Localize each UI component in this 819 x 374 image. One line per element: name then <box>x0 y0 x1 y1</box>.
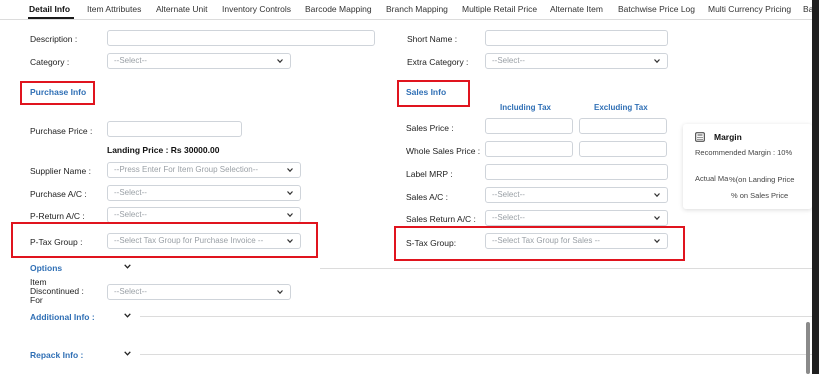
whole-sales-excluding-input[interactable] <box>579 141 667 157</box>
sales-price-label: Sales Price : <box>406 123 454 133</box>
tab-alternate-item[interactable]: Alternate Item <box>550 4 603 14</box>
repack-info-divider <box>140 354 812 355</box>
description-label: Description : <box>30 34 78 44</box>
chevron-down-icon[interactable] <box>124 313 131 318</box>
chevron-down-icon <box>287 239 293 244</box>
whole-sales-price-label: Whole Sales Price : <box>406 146 481 156</box>
tab-overflow[interactable]: Ba <box>803 4 812 14</box>
tab-batchwise-price-log[interactable]: Batchwise Price Log <box>618 4 695 14</box>
sales-return-select[interactable]: --Select-- <box>485 210 668 226</box>
whole-sales-including-input[interactable] <box>485 141 573 157</box>
chevron-down-icon <box>654 216 660 221</box>
category-label: Category : <box>30 57 70 67</box>
additional-info-title[interactable]: Additional Info : <box>30 312 95 322</box>
short-name-label: Short Name : <box>407 34 458 44</box>
tab-multiple-retail-price[interactable]: Multiple Retail Price <box>462 4 537 14</box>
tab-inventory-controls[interactable]: Inventory Controls <box>222 4 291 14</box>
s-tax-group-label: S-Tax Group: <box>406 238 457 248</box>
additional-info-divider <box>140 316 812 317</box>
chevron-down-icon <box>277 59 283 64</box>
extra-category-select[interactable]: --Select-- <box>485 53 668 69</box>
sales-account-select[interactable]: --Select-- <box>485 187 668 203</box>
item-detail-page: Detail Info Item Attributes Alternate Un… <box>0 0 812 374</box>
sales-return-label: Sales Return A/C : <box>406 214 476 224</box>
excluding-tax-header: Excluding Tax <box>594 103 648 112</box>
margin-card: Margin Recommended Margin : 10% Actual M… <box>683 124 812 209</box>
tab-item-attributes[interactable]: Item Attributes <box>87 4 141 14</box>
window-edge <box>812 0 819 374</box>
chevron-down-icon <box>287 213 293 218</box>
repack-info-title[interactable]: Repack Info : <box>30 350 83 360</box>
category-select[interactable]: --Select-- <box>107 53 291 69</box>
purchase-info-title: Purchase Info <box>30 87 87 97</box>
description-input[interactable] <box>107 30 375 46</box>
p-tax-group-label: P-Tax Group : <box>30 237 83 247</box>
margin-on-landing-price: %(on Landing Price <box>729 175 795 184</box>
sales-account-value: --Select-- <box>492 190 525 199</box>
purchase-price-input[interactable] <box>107 121 242 137</box>
extra-category-label: Extra Category : <box>407 57 469 67</box>
chevron-down-icon[interactable] <box>124 351 131 356</box>
sales-price-excluding-input[interactable] <box>579 118 667 134</box>
extra-category-value: --Select-- <box>492 56 525 65</box>
category-value: --Select-- <box>114 56 147 65</box>
sales-account-label: Sales A/C : <box>406 192 449 202</box>
chevron-down-icon <box>654 193 660 198</box>
s-tax-group-value: --Select Tax Group for Sales -- <box>492 236 600 245</box>
purchase-return-label: P-Return A/C : <box>30 211 85 221</box>
chevron-down-icon[interactable] <box>124 264 131 269</box>
p-tax-group-value: --Select Tax Group for Purchase Invoice … <box>114 236 264 245</box>
tab-alternate-unit[interactable]: Alternate Unit <box>156 4 208 14</box>
sales-info-title: Sales Info <box>406 87 447 97</box>
vertical-scrollbar[interactable] <box>806 322 810 374</box>
including-tax-header: Including Tax <box>500 103 551 112</box>
label-mrp-input[interactable] <box>485 164 668 180</box>
item-discontinued-select[interactable]: --Select-- <box>107 284 291 300</box>
options-divider <box>320 268 812 269</box>
supplier-placeholder: --Press Enter For Item Group Selection-- <box>114 165 259 174</box>
sales-return-value: --Select-- <box>492 213 525 222</box>
chevron-down-icon <box>654 239 660 244</box>
label-mrp-label: Label MRP : <box>406 169 453 179</box>
supplier-name-label: Supplier Name : <box>30 166 91 176</box>
tab-multi-currency-pricing[interactable]: Multi Currency Pricing <box>708 4 791 14</box>
chevron-down-icon <box>287 191 293 196</box>
chevron-down-icon <box>654 59 660 64</box>
actual-margin-prefix: Actual Ma <box>695 174 729 183</box>
margin-on-sales-price: % on Sales Price <box>731 191 789 200</box>
landing-price: Landing Price : Rs 30000.00 <box>107 145 220 155</box>
tab-barcode-mapping[interactable]: Barcode Mapping <box>305 4 372 14</box>
s-tax-group-select[interactable]: --Select Tax Group for Sales -- <box>485 233 668 249</box>
tab-bar: Detail Info Item Attributes Alternate Un… <box>0 0 812 20</box>
purchase-return-value: --Select-- <box>114 210 147 219</box>
options-title[interactable]: Options <box>30 263 62 273</box>
item-discontinued-value: --Select-- <box>114 287 147 296</box>
sales-price-including-input[interactable] <box>485 118 573 134</box>
item-discontinued-label: Item Discontinued : For <box>30 277 84 305</box>
chevron-down-icon <box>277 290 283 295</box>
active-tab-indicator <box>28 17 74 19</box>
purchase-return-select[interactable]: --Select-- <box>107 207 301 223</box>
calculator-icon <box>695 132 705 142</box>
recommended-margin: Recommended Margin : 10% <box>695 148 793 157</box>
tab-detail-info[interactable]: Detail Info <box>29 4 70 14</box>
margin-title: Margin <box>714 132 742 142</box>
purchase-price-label: Purchase Price : <box>30 126 93 136</box>
purchase-account-select[interactable]: --Select-- <box>107 185 301 201</box>
purchase-account-label: Purchase A/C : <box>30 189 87 199</box>
tab-branch-mapping[interactable]: Branch Mapping <box>386 4 448 14</box>
short-name-input[interactable] <box>485 30 668 46</box>
chevron-down-icon <box>287 168 293 173</box>
purchase-account-value: --Select-- <box>114 188 147 197</box>
supplier-name-select[interactable]: --Press Enter For Item Group Selection-- <box>107 162 301 178</box>
p-tax-group-select[interactable]: --Select Tax Group for Purchase Invoice … <box>107 233 301 249</box>
